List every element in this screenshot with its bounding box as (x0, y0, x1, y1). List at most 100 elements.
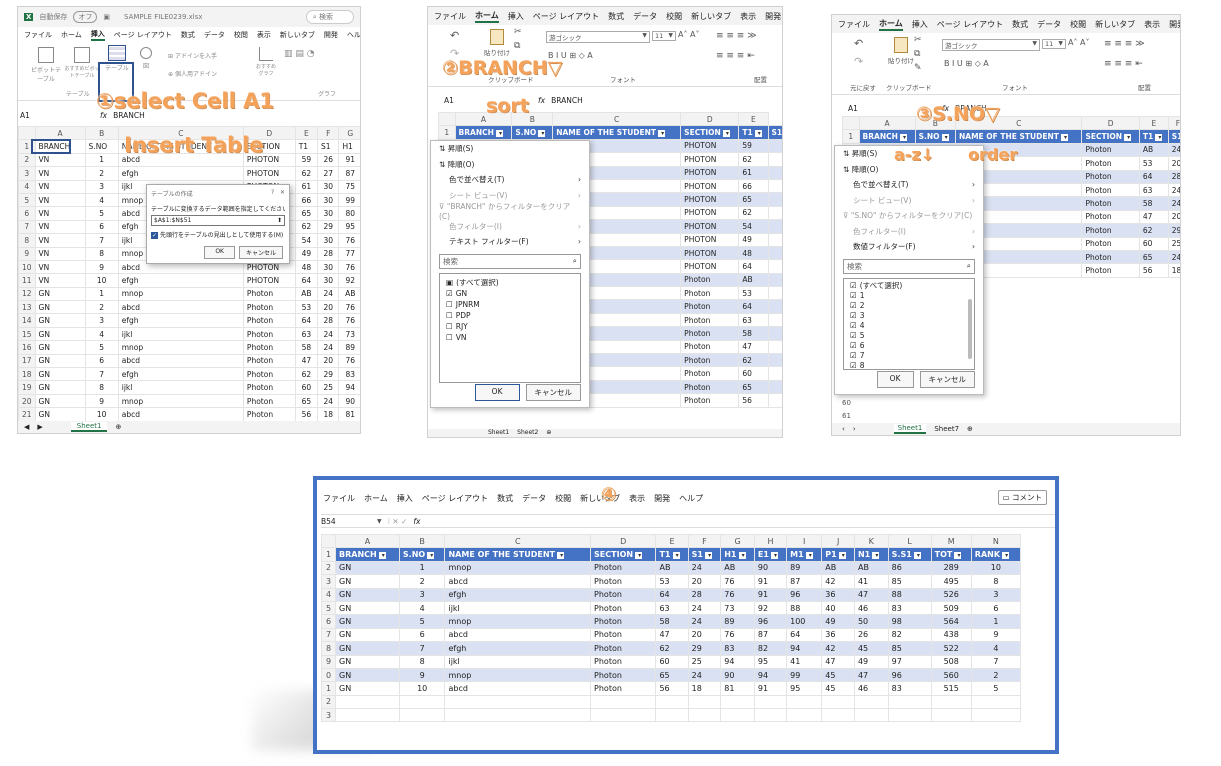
cell[interactable]: 87 (786, 574, 823, 589)
cell[interactable]: 4 (398, 600, 446, 616)
cell[interactable]: 20 (1167, 209, 1180, 225)
menu-formulas[interactable]: 数式 (608, 11, 624, 22)
recommended-chart-button[interactable]: おすすめグラフ (254, 47, 278, 77)
filter-dropdown-icon[interactable]: ▾ (538, 130, 546, 138)
cell[interactable]: abcd (444, 574, 592, 589)
checkbox-checked-icon[interactable]: ☑ (850, 351, 857, 360)
menu-home[interactable]: ホーム (364, 493, 388, 504)
cell[interactable]: Photon (1081, 263, 1140, 278)
column-header[interactable]: I (786, 533, 823, 549)
column-header[interactable]: F (1167, 115, 1180, 131)
filter-dropdown-icon[interactable]: ▾ (672, 552, 680, 560)
cell[interactable]: 24 (687, 600, 722, 616)
cell[interactable] (853, 708, 889, 723)
cell[interactable]: 45 (821, 681, 855, 696)
cell[interactable]: 47 (853, 587, 889, 602)
copy-icon[interactable]: ⧉ (514, 41, 520, 51)
cell[interactable]: PHOTON (242, 273, 296, 288)
cell[interactable]: 30 (317, 259, 340, 275)
cell[interactable]: GN (34, 367, 86, 382)
cell[interactable] (767, 272, 782, 288)
row-header[interactable]: 16 (18, 340, 36, 355)
cell[interactable]: 50 (853, 614, 889, 629)
row-header[interactable]: 8 (321, 641, 336, 656)
cell[interactable]: 48 (738, 245, 769, 261)
cell[interactable]: 24 (317, 340, 340, 355)
filter-dropdown-icon[interactable]: ▾ (722, 130, 730, 138)
menu-home[interactable]: ホーム (61, 30, 82, 40)
cell[interactable]: 92 (338, 273, 360, 288)
font-grow-icon[interactable]: A˄ A˅ (678, 30, 700, 39)
cell[interactable]: GN (34, 407, 86, 422)
cell[interactable]: Photon (680, 393, 740, 408)
column-header[interactable] (18, 125, 36, 141)
filter-dropdown-icon[interactable]: ▾ (941, 134, 949, 142)
cell[interactable]: 60 (655, 654, 689, 669)
cell[interactable]: 66 (738, 178, 769, 194)
cell[interactable]: 64 (294, 273, 319, 288)
filter-dropdown-icon[interactable]: ▾ (805, 552, 813, 560)
cell[interactable]: 41 (853, 574, 889, 589)
table-header-cell[interactable]: S.S1 ▾ (887, 547, 932, 562)
cell[interactable] (590, 708, 657, 723)
cell[interactable]: 18 (1167, 263, 1180, 278)
cell[interactable]: mnop (117, 393, 244, 409)
menu-help[interactable]: ヘルプ (347, 30, 360, 40)
cell[interactable]: ijkl (117, 380, 244, 395)
row-header[interactable]: 2 (18, 152, 36, 168)
menu-formulas[interactable]: 数式 (497, 493, 513, 504)
font-grow-icon[interactable]: A˄ A˅ (1068, 38, 1090, 47)
cell[interactable]: 48 (294, 259, 319, 275)
cell[interactable]: Photon (680, 272, 740, 288)
cell[interactable] (786, 708, 823, 723)
help-icon[interactable]: ? (271, 189, 274, 196)
cell[interactable]: abcd (444, 627, 592, 643)
cell[interactable]: 58 (738, 326, 769, 341)
cell[interactable]: 9 (398, 667, 446, 683)
row-header[interactable]: 2 (321, 694, 336, 710)
cut-icon[interactable]: ✂ (914, 35, 922, 45)
cell[interactable]: 8 (398, 654, 446, 669)
filter-dropdown-icon[interactable]: ▾ (770, 552, 779, 560)
cell[interactable]: 63 (655, 600, 689, 616)
cell[interactable] (767, 259, 782, 274)
cell[interactable]: 91 (753, 681, 788, 696)
cell[interactable]: AB (294, 286, 319, 302)
filter-dropdown-icon[interactable]: ▾ (427, 552, 435, 560)
row-header[interactable]: 7 (18, 219, 36, 235)
cell[interactable]: 508 (930, 654, 972, 669)
cell[interactable] (687, 708, 722, 723)
cell[interactable]: 53 (738, 286, 769, 301)
tab-scroll-right-icon[interactable]: ▶ (37, 423, 42, 431)
cell[interactable]: Photon (1081, 142, 1140, 158)
cell[interactable]: 65 (294, 206, 319, 221)
filter-value-item[interactable]: ☑ 5 (850, 331, 968, 341)
cell[interactable]: 96 (786, 587, 823, 602)
filter-dropdown-icon[interactable]: ▾ (872, 552, 880, 560)
cell[interactable]: 64 (294, 313, 319, 328)
cell[interactable]: GN (34, 393, 86, 409)
filter-dropdown-icon[interactable]: ▾ (1060, 134, 1068, 142)
cell[interactable]: GN (335, 641, 400, 656)
cell[interactable]: 24 (1167, 182, 1180, 198)
cell[interactable]: PHOTON (680, 192, 740, 207)
cell[interactable]: Photon (590, 560, 657, 576)
cell[interactable]: 91 (753, 587, 788, 602)
menu-developer[interactable]: 開発 (1169, 19, 1180, 30)
table-header-cell[interactable]: N1 ▾ (853, 547, 889, 562)
checkbox-checked-icon[interactable]: ☑ (850, 321, 857, 330)
menu-new-tab[interactable]: 新しいタブ (1095, 19, 1135, 30)
cell[interactable]: 24 (687, 614, 722, 629)
cell[interactable]: 61 (738, 165, 769, 180)
cell[interactable] (767, 312, 782, 328)
menu-review[interactable]: 校閲 (1070, 19, 1086, 30)
cell[interactable]: Photon (1081, 223, 1140, 238)
cell[interactable]: Photon (590, 667, 657, 683)
cell[interactable]: efgh (444, 587, 592, 602)
cell[interactable]: 66 (294, 192, 319, 208)
cell[interactable]: 509 (930, 600, 972, 616)
checkbox-checked-icon[interactable]: ☑ (850, 301, 857, 310)
table-header-cell[interactable]: BRANCH ▾ (335, 547, 400, 562)
filter-value-item[interactable]: ▣ (すべて選択) (446, 277, 574, 288)
menu-insert[interactable]: 挿入 (508, 11, 524, 22)
